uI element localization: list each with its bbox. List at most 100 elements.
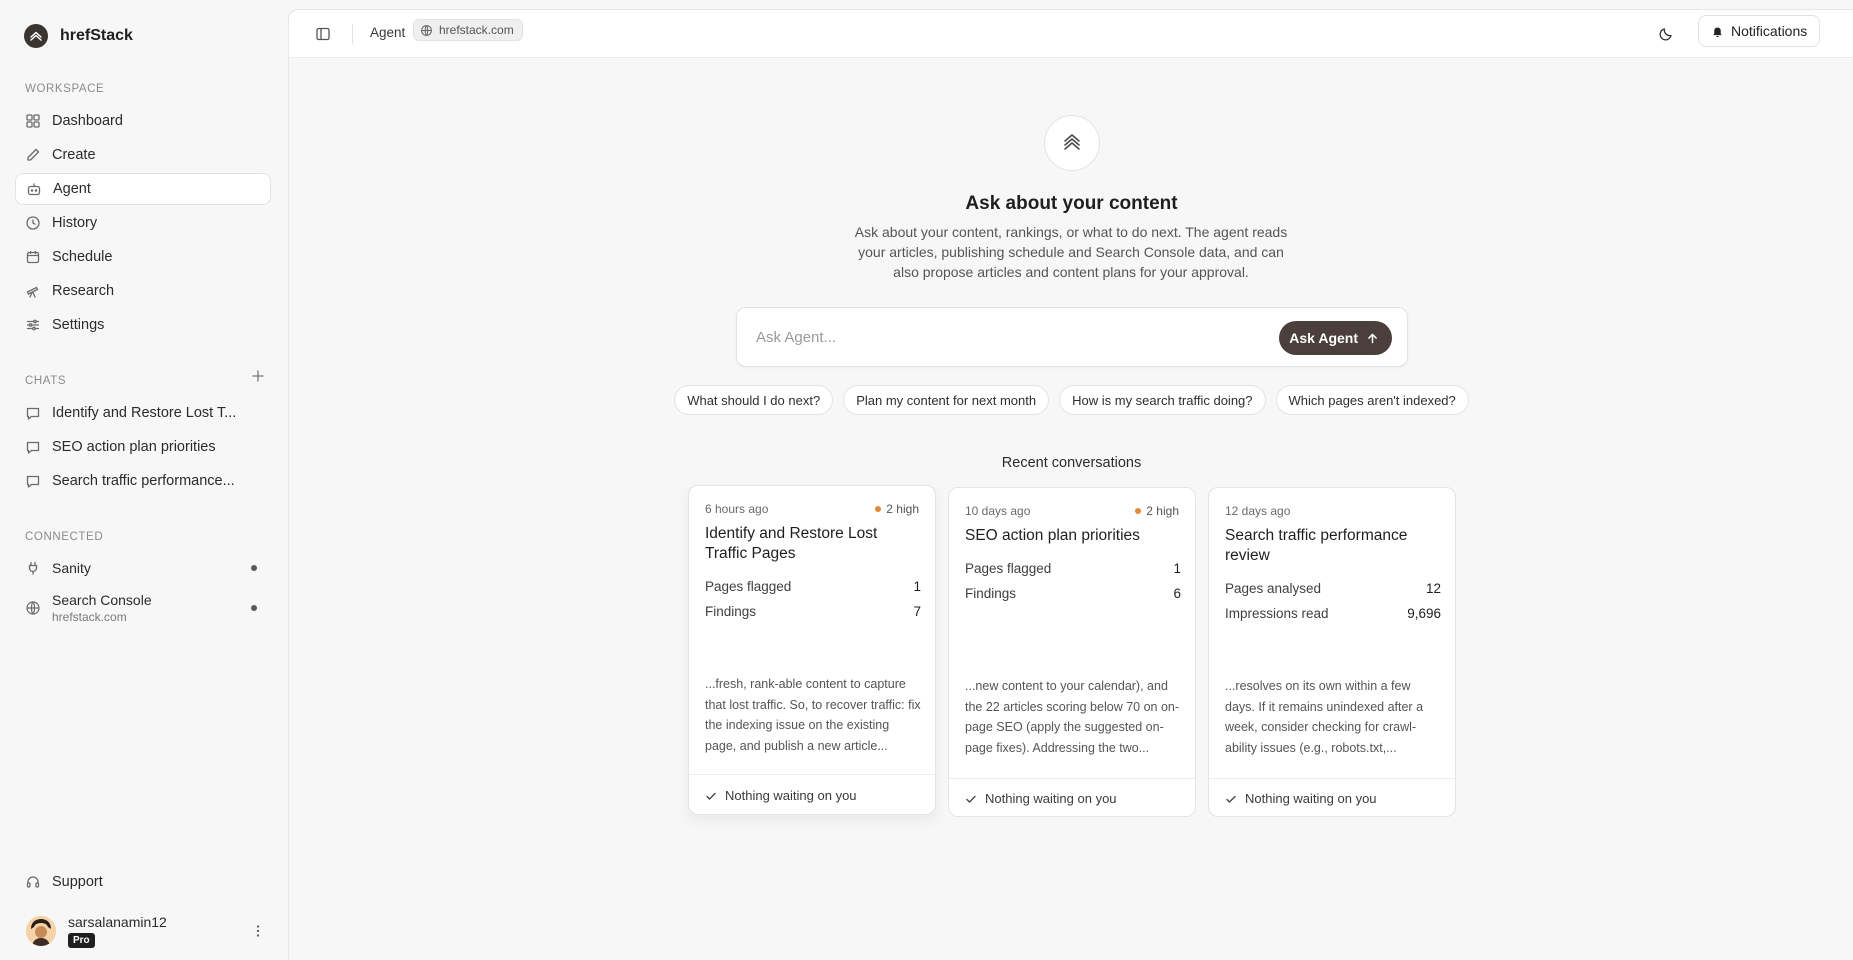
globe-icon xyxy=(26,601,40,615)
ask-agent-button[interactable]: Ask Agent xyxy=(1279,321,1392,355)
card-stat: Impressions read 9,696 xyxy=(1225,606,1441,621)
card-stat: Pages flagged 1 xyxy=(965,561,1181,576)
chat-item-label: Search traffic performance... xyxy=(52,473,235,489)
suggestion-chip[interactable]: What should I do next? xyxy=(674,385,834,415)
sidebar-item-history[interactable]: History xyxy=(15,207,271,239)
sidebar-item-agent[interactable]: Agent xyxy=(15,173,271,205)
page-title: Ask about your content xyxy=(965,193,1178,214)
stat-value: 12 xyxy=(1425,581,1441,596)
domain-selector[interactable]: hrefstack.com xyxy=(413,19,523,41)
conversation-card[interactable]: 6 hours ago 2 high Identify and Restore … xyxy=(688,485,936,815)
ask-input[interactable] xyxy=(756,322,1256,352)
notifications-button[interactable]: Notifications xyxy=(1698,15,1821,47)
sidebar-item-create[interactable]: Create xyxy=(15,139,271,171)
stat-label: Findings xyxy=(965,586,1017,601)
stat-label: Pages flagged xyxy=(705,579,792,594)
moon-icon[interactable] xyxy=(1658,26,1674,42)
connection-status-dot xyxy=(251,605,257,611)
brand-logo-icon xyxy=(24,24,48,48)
conversation-card[interactable]: 10 days ago 2 high SEO action plan prior… xyxy=(948,487,1196,817)
card-footer: Nothing waiting on you xyxy=(949,778,1195,818)
avatar xyxy=(26,916,56,946)
connection-sanity[interactable]: Sanity xyxy=(25,559,265,577)
sidebar-item-label: Agent xyxy=(53,181,91,197)
sliders-icon xyxy=(26,319,40,331)
clock-icon xyxy=(26,216,40,230)
chat-item[interactable]: SEO action plan priorities xyxy=(15,431,271,463)
sidebar-item-settings[interactable]: Settings xyxy=(15,309,271,341)
check-icon xyxy=(706,792,716,800)
notifications-label: Notifications xyxy=(1731,23,1808,39)
stat-value: 7 xyxy=(913,604,921,619)
support-label: Support xyxy=(52,874,103,890)
topbar: Agent hrefstack.com Notifications xyxy=(289,10,1853,58)
connection-search-console[interactable]: Search Console hrefstack.com xyxy=(25,592,265,624)
priority-dot xyxy=(1135,508,1142,514)
sidebar-item-schedule[interactable]: Schedule xyxy=(15,241,271,273)
stat-value: 1 xyxy=(1173,561,1181,576)
message-icon xyxy=(26,475,40,488)
domain-label: hrefstack.com xyxy=(439,23,514,37)
card-title: Search traffic performance review xyxy=(1225,527,1408,564)
card-timestamp: 6 hours ago xyxy=(705,502,769,516)
card-footer: Nothing waiting on you xyxy=(1209,778,1455,818)
conversation-card[interactable]: 12 days ago Search traffic performance r… xyxy=(1208,487,1456,817)
topbar-divider xyxy=(352,24,353,44)
priority-badge: 2 high xyxy=(1135,504,1179,518)
suggestion-chip[interactable]: Plan my content for next month xyxy=(843,385,1050,415)
card-stat: Pages flagged 1 xyxy=(705,579,921,594)
headset-icon xyxy=(26,876,40,888)
chat-item[interactable]: Search traffic performance... xyxy=(15,465,271,497)
user-menu[interactable]: sarsalanamin12 Pro xyxy=(26,913,266,949)
stat-value: 1 xyxy=(913,579,921,594)
suggestion-chip[interactable]: Which pages aren't indexed? xyxy=(1275,385,1469,415)
chat-item-label: SEO action plan priorities xyxy=(52,439,216,455)
stat-label: Findings xyxy=(705,604,757,619)
sidebar-item-research[interactable]: Research xyxy=(15,275,271,307)
ask-box: Ask Agent xyxy=(736,307,1408,367)
telescope-icon xyxy=(26,286,39,298)
card-title: Identify and Restore Lost Traffic Pages xyxy=(705,525,878,562)
message-icon xyxy=(26,407,40,420)
sidebar-item-label: Dashboard xyxy=(52,113,123,129)
card-footer-label: Nothing waiting on you xyxy=(725,788,857,803)
plug-icon xyxy=(28,561,38,575)
priority-dot xyxy=(875,506,882,512)
new-chat-plus-icon[interactable] xyxy=(250,368,266,384)
check-icon xyxy=(966,795,976,803)
sidebar-item-label: History xyxy=(52,215,98,231)
connection-name: Search Console xyxy=(52,592,152,608)
sidebar-item-dashboard[interactable]: Dashboard xyxy=(15,105,271,137)
stat-value: 9,696 xyxy=(1407,606,1441,621)
ask-agent-label: Ask Agent xyxy=(1289,330,1358,346)
robot-icon xyxy=(27,183,41,196)
more-vertical-icon[interactable] xyxy=(250,923,266,939)
connection-status-dot xyxy=(251,565,257,571)
sidebar-item-label: Research xyxy=(52,283,115,299)
page-description: Ask about your content, rankings, or wha… xyxy=(854,224,1288,280)
card-timestamp: 10 days ago xyxy=(965,504,1031,518)
dashboard-icon xyxy=(26,114,40,128)
brand[interactable]: hrefStack xyxy=(24,24,133,48)
connected-label: CONNECTED xyxy=(25,531,104,543)
priority-badge: 2 high xyxy=(875,502,919,516)
sidebar-toggle-icon[interactable] xyxy=(315,26,331,42)
connection-name: Sanity xyxy=(52,560,91,576)
recent-conversations-heading: Recent conversations xyxy=(1001,455,1142,471)
check-icon xyxy=(1226,795,1236,803)
stat-label: Impressions read xyxy=(1225,606,1329,621)
card-footer-label: Nothing waiting on you xyxy=(985,791,1117,806)
card-excerpt: ...fresh, rank-able content to capture t… xyxy=(705,677,921,753)
suggestion-chip[interactable]: How is my search traffic doing? xyxy=(1059,385,1266,415)
username: sarsalanamin12 xyxy=(68,914,167,930)
chat-item[interactable]: Identify and Restore Lost T... xyxy=(15,397,271,429)
priority-label: 2 high xyxy=(1146,504,1179,518)
workspace-label: WORKSPACE xyxy=(25,83,105,95)
card-footer: Nothing waiting on you xyxy=(689,774,935,816)
suggestion-chips: What should I do next? Plan my content f… xyxy=(289,385,1853,415)
arrow-up-icon xyxy=(1368,333,1377,343)
sidebar: hrefStack WORKSPACE Dashboard Create Age… xyxy=(0,0,288,960)
support-link[interactable]: Support xyxy=(15,866,271,898)
card-timestamp: 12 days ago xyxy=(1225,504,1291,518)
bell-icon xyxy=(1713,26,1722,37)
